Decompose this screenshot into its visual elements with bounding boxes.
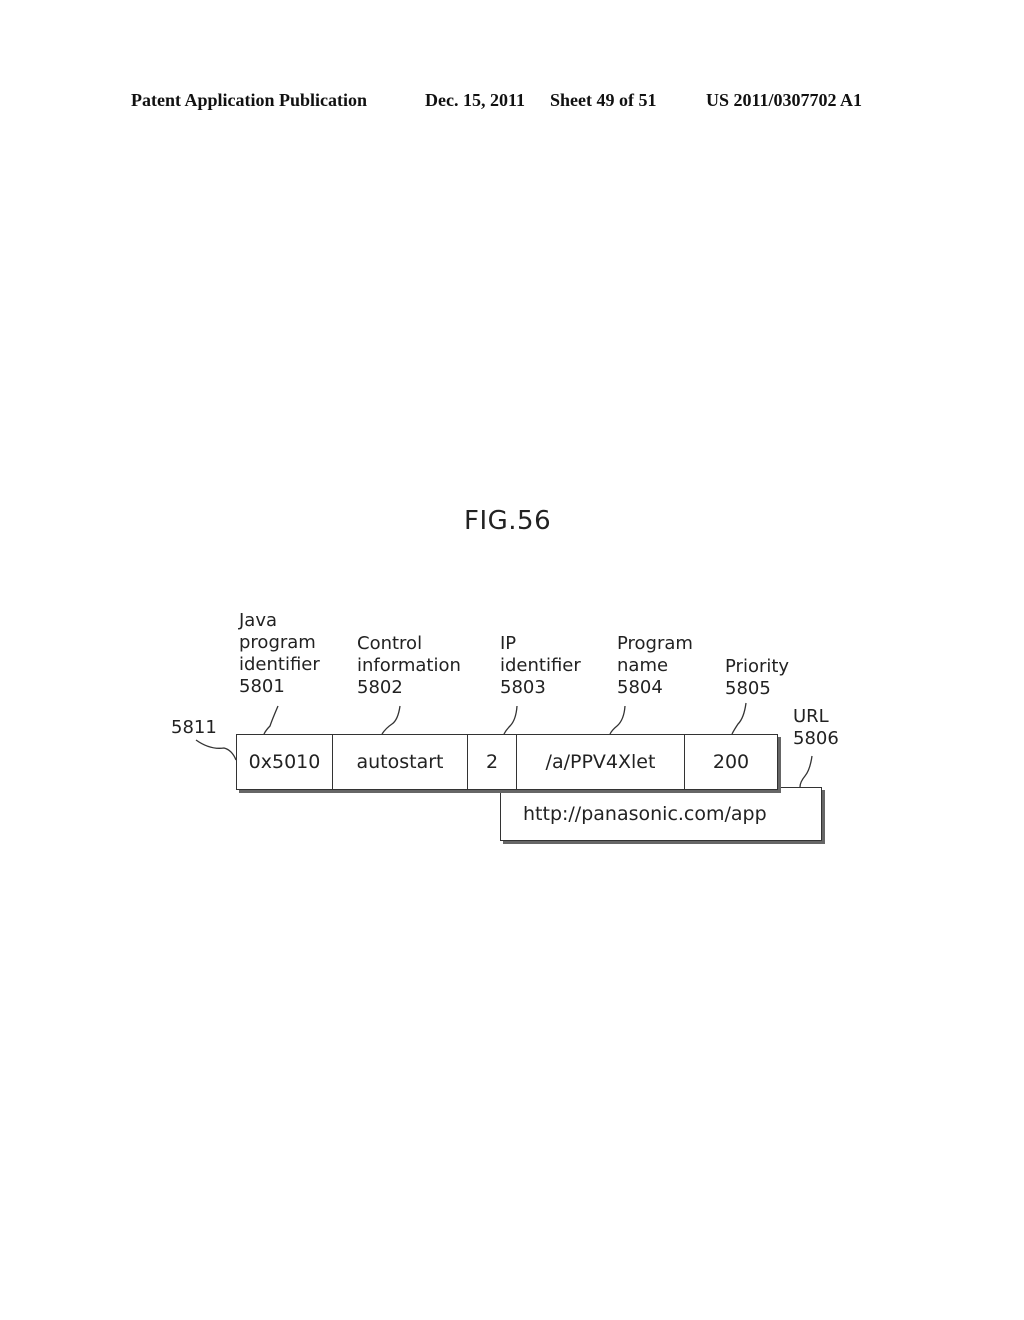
label-line: name [617,655,669,676]
leader-5802 [381,705,401,735]
label-record-ref: 5811 [171,717,217,738]
cell-control-information: autostart [333,735,468,789]
label-java-program-identifier: Java program identifier 5801 [239,610,320,698]
header-sheet: Sheet 49 of 51 [550,90,657,110]
ref-number: 5806 [793,728,839,749]
label-line: IP [500,633,517,654]
label-line: identifier [500,655,581,676]
label-line: identifier [239,654,320,675]
header-patent-number: US 2011/0307702 A1 [706,90,863,110]
ref-number: 5803 [500,677,546,698]
label-line: Java [239,610,278,631]
leader-5801 [263,705,279,735]
label-program-name: Program name 5804 [617,633,693,699]
ref-number: 5804 [617,677,663,698]
figure-title: FIG.56 [464,506,552,536]
ref-number: 5805 [725,678,771,699]
label-line: Program [617,633,693,654]
leader-5805 [731,702,747,735]
leader-5803 [503,705,518,735]
label-ip-identifier: IP identifier 5803 [500,633,581,699]
label-line: Control [357,633,423,654]
label-line: program [239,632,316,653]
url-field-box: http://panasonic.com/app [500,787,822,841]
label-priority: Priority 5805 [725,656,789,700]
cell-program-name: /a/PPV4Xlet [517,735,685,789]
leader-5811 [195,739,237,761]
cell-priority: 200 [712,751,750,773]
label-line: URL [793,706,829,727]
label-line: Priority [725,656,790,677]
leader-5806 [799,755,813,788]
record-row: 0x5010 autostart 2 /a/PPV4Xlet 200 [236,734,778,790]
label-control-information: Control information 5802 [357,633,461,699]
header-publication: Patent Application Publication [131,90,368,110]
cell-ip-identifier: 2 [468,735,517,789]
label-url: URL 5806 [793,706,839,750]
leader-5804 [609,705,626,735]
header-date: Dec. 15, 2011 [425,90,525,110]
cell-java-program-identifier: 0x5010 [237,735,333,789]
ref-number: 5802 [357,677,403,698]
ref-number: 5801 [239,676,285,697]
label-line: information [357,655,461,676]
